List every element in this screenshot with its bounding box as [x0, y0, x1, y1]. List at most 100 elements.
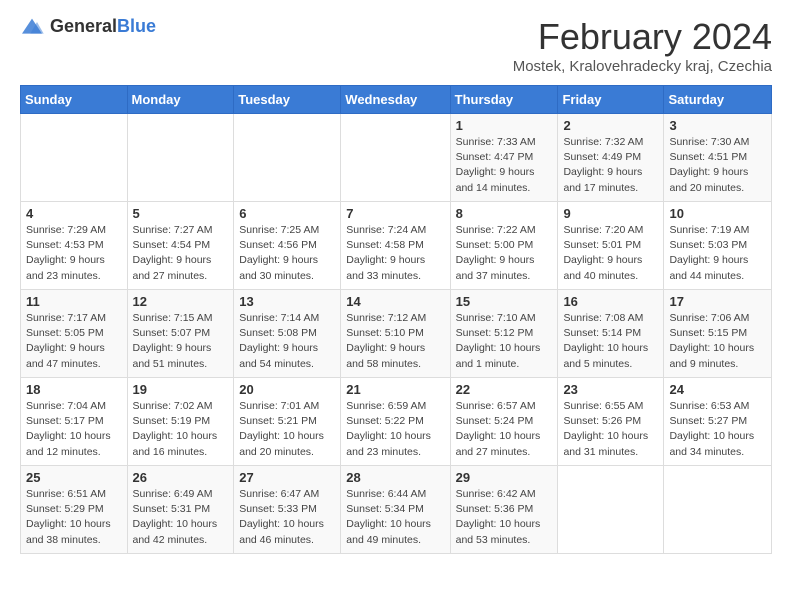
day-number: 12: [133, 294, 229, 309]
calendar-cell: [341, 114, 450, 202]
day-detail: Sunrise: 7:02 AM Sunset: 5:19 PM Dayligh…: [133, 399, 229, 460]
day-detail: Sunrise: 7:27 AM Sunset: 4:54 PM Dayligh…: [133, 223, 229, 284]
day-number: 15: [456, 294, 553, 309]
weekday-header-friday: Friday: [558, 86, 664, 114]
day-detail: Sunrise: 6:42 AM Sunset: 5:36 PM Dayligh…: [456, 487, 553, 548]
day-detail: Sunrise: 6:47 AM Sunset: 5:33 PM Dayligh…: [239, 487, 335, 548]
calendar-cell: [664, 466, 772, 554]
calendar-cell: 24Sunrise: 6:53 AM Sunset: 5:27 PM Dayli…: [664, 378, 772, 466]
day-number: 9: [563, 206, 658, 221]
page-header: GeneralBlue February 2024 Mostek, Kralov…: [20, 16, 772, 75]
weekday-header-thursday: Thursday: [450, 86, 558, 114]
weekday-header-tuesday: Tuesday: [234, 86, 341, 114]
day-number: 27: [239, 470, 335, 485]
day-detail: Sunrise: 6:44 AM Sunset: 5:34 PM Dayligh…: [346, 487, 444, 548]
calendar-cell: 20Sunrise: 7:01 AM Sunset: 5:21 PM Dayli…: [234, 378, 341, 466]
day-detail: Sunrise: 7:30 AM Sunset: 4:51 PM Dayligh…: [669, 135, 766, 196]
day-detail: Sunrise: 6:59 AM Sunset: 5:22 PM Dayligh…: [346, 399, 444, 460]
day-detail: Sunrise: 7:12 AM Sunset: 5:10 PM Dayligh…: [346, 311, 444, 372]
calendar-cell: 16 Sunrise: 7:08 AM Sunset: 5:14 PM Dayli…: [558, 290, 664, 378]
day-detail: Sunrise: 7:04 AM Sunset: 5:17 PM Dayligh…: [26, 399, 122, 460]
day-number: 23: [563, 382, 658, 397]
calendar-cell: 18Sunrise: 7:04 AM Sunset: 5:17 PM Dayli…: [21, 378, 128, 466]
day-detail: Sunrise: 7:29 AM Sunset: 4:53 PM Dayligh…: [26, 223, 122, 284]
day-detail: Sunrise: 7:17 AM Sunset: 5:05 PM Dayligh…: [26, 311, 122, 372]
day-detail: Sunrise: 7:33 AM Sunset: 4:47 PM Dayligh…: [456, 135, 553, 196]
calendar-cell: 25Sunrise: 6:51 AM Sunset: 5:29 PM Dayli…: [21, 466, 128, 554]
day-number: 14: [346, 294, 444, 309]
calendar-table: SundayMondayTuesdayWednesdayThursdayFrid…: [20, 85, 772, 554]
weekday-header-sunday: Sunday: [21, 86, 128, 114]
day-detail: Sunrise: 7:06 AM Sunset: 5:15 PM Dayligh…: [669, 311, 766, 372]
day-number: 24: [669, 382, 766, 397]
day-number: 13: [239, 294, 335, 309]
calendar-week-row: 4 Sunrise: 7:29 AM Sunset: 4:53 PM Daylig…: [21, 202, 772, 290]
location: Mostek, Kralovehradecky kraj, Czechia: [513, 58, 772, 75]
day-detail: Sunrise: 7:08 AM Sunset: 5:14 PM Dayligh…: [563, 311, 658, 372]
logo: GeneralBlue: [20, 16, 156, 37]
day-detail: Sunrise: 7:19 AM Sunset: 5:03 PM Dayligh…: [669, 223, 766, 284]
weekday-header-wednesday: Wednesday: [341, 86, 450, 114]
day-detail: Sunrise: 7:32 AM Sunset: 4:49 PM Dayligh…: [563, 135, 658, 196]
calendar-cell: 7 Sunrise: 7:24 AM Sunset: 4:58 PM Daylig…: [341, 202, 450, 290]
day-number: 26: [133, 470, 229, 485]
day-number: 7: [346, 206, 444, 221]
calendar-cell: 15 Sunrise: 7:10 AM Sunset: 5:12 PM Dayli…: [450, 290, 558, 378]
day-number: 11: [26, 294, 122, 309]
day-number: 2: [563, 118, 658, 133]
day-number: 19: [133, 382, 229, 397]
calendar-cell: 1 Sunrise: 7:33 AM Sunset: 4:47 PM Daylig…: [450, 114, 558, 202]
day-detail: Sunrise: 7:24 AM Sunset: 4:58 PM Dayligh…: [346, 223, 444, 284]
day-number: 10: [669, 206, 766, 221]
day-number: 3: [669, 118, 766, 133]
calendar-cell: [558, 466, 664, 554]
day-detail: Sunrise: 7:15 AM Sunset: 5:07 PM Dayligh…: [133, 311, 229, 372]
day-number: 28: [346, 470, 444, 485]
calendar-cell: 2 Sunrise: 7:32 AM Sunset: 4:49 PM Daylig…: [558, 114, 664, 202]
weekday-header-monday: Monday: [127, 86, 234, 114]
calendar-cell: 13Sunrise: 7:14 AM Sunset: 5:08 PM Dayli…: [234, 290, 341, 378]
day-number: 22: [456, 382, 553, 397]
logo-blue: Blue: [117, 16, 156, 36]
calendar-cell: [21, 114, 128, 202]
calendar-cell: 4 Sunrise: 7:29 AM Sunset: 4:53 PM Daylig…: [21, 202, 128, 290]
calendar-cell: 19 Sunrise: 7:02 AM Sunset: 5:19 PM Dayli…: [127, 378, 234, 466]
calendar-cell: 12 Sunrise: 7:15 AM Sunset: 5:07 PM Dayli…: [127, 290, 234, 378]
calendar-cell: 10 Sunrise: 7:19 AM Sunset: 5:03 PM Dayli…: [664, 202, 772, 290]
calendar-week-row: 25Sunrise: 6:51 AM Sunset: 5:29 PM Dayli…: [21, 466, 772, 554]
day-number: 4: [26, 206, 122, 221]
calendar-cell: 27 Sunrise: 6:47 AM Sunset: 5:33 PM Dayli…: [234, 466, 341, 554]
calendar-cell: 11 Sunrise: 7:17 AM Sunset: 5:05 PM Dayli…: [21, 290, 128, 378]
calendar-cell: 22Sunrise: 6:57 AM Sunset: 5:24 PM Dayli…: [450, 378, 558, 466]
day-number: 5: [133, 206, 229, 221]
title-block: February 2024 Mostek, Kralovehradecky kr…: [513, 16, 772, 75]
day-number: 1: [456, 118, 553, 133]
day-number: 16: [563, 294, 658, 309]
calendar-week-row: 1 Sunrise: 7:33 AM Sunset: 4:47 PM Daylig…: [21, 114, 772, 202]
calendar-cell: 23Sunrise: 6:55 AM Sunset: 5:26 PM Dayli…: [558, 378, 664, 466]
logo-general: General: [50, 16, 117, 36]
day-detail: Sunrise: 6:51 AM Sunset: 5:29 PM Dayligh…: [26, 487, 122, 548]
logo-icon: [20, 17, 44, 37]
day-detail: Sunrise: 6:49 AM Sunset: 5:31 PM Dayligh…: [133, 487, 229, 548]
calendar-cell: [127, 114, 234, 202]
calendar-cell: 21Sunrise: 6:59 AM Sunset: 5:22 PM Dayli…: [341, 378, 450, 466]
calendar-cell: 14 Sunrise: 7:12 AM Sunset: 5:10 PM Dayli…: [341, 290, 450, 378]
day-detail: Sunrise: 7:25 AM Sunset: 4:56 PM Dayligh…: [239, 223, 335, 284]
calendar-cell: 29 Sunrise: 6:42 AM Sunset: 5:36 PM Dayli…: [450, 466, 558, 554]
calendar-cell: 5 Sunrise: 7:27 AM Sunset: 4:54 PM Daylig…: [127, 202, 234, 290]
day-number: 6: [239, 206, 335, 221]
calendar-cell: 8Sunrise: 7:22 AM Sunset: 5:00 PM Daylig…: [450, 202, 558, 290]
day-number: 8: [456, 206, 553, 221]
day-detail: Sunrise: 7:10 AM Sunset: 5:12 PM Dayligh…: [456, 311, 553, 372]
day-number: 17: [669, 294, 766, 309]
calendar-week-row: 11 Sunrise: 7:17 AM Sunset: 5:05 PM Dayli…: [21, 290, 772, 378]
weekday-header-row: SundayMondayTuesdayWednesdayThursdayFrid…: [21, 86, 772, 114]
calendar-cell: 9Sunrise: 7:20 AM Sunset: 5:01 PM Daylig…: [558, 202, 664, 290]
calendar-cell: 6 Sunrise: 7:25 AM Sunset: 4:56 PM Daylig…: [234, 202, 341, 290]
calendar-cell: [234, 114, 341, 202]
day-detail: Sunrise: 7:01 AM Sunset: 5:21 PM Dayligh…: [239, 399, 335, 460]
month-title: February 2024: [513, 16, 772, 58]
day-number: 29: [456, 470, 553, 485]
calendar-cell: 3 Sunrise: 7:30 AM Sunset: 4:51 PM Daylig…: [664, 114, 772, 202]
